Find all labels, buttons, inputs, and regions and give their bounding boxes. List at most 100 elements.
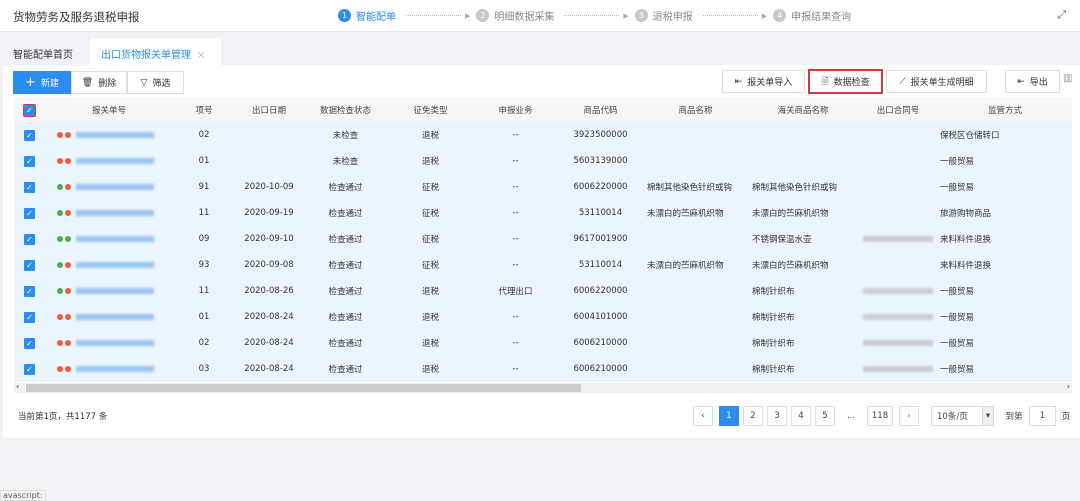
cell-tax: 退税 (421, 287, 439, 297)
status-dot-green (57, 210, 63, 216)
row-select-cell: ✓ (14, 200, 45, 226)
step-1[interactable]: 1 智能配单 (338, 8, 396, 23)
page-button[interactable]: 118 (867, 406, 893, 426)
scrollbar-thumb[interactable] (26, 384, 581, 392)
column-header[interactable]: 出口日期 (235, 98, 303, 122)
close-icon[interactable]: × (197, 50, 205, 61)
redacted-doc-number[interactable] (76, 210, 154, 216)
column-header[interactable]: 监管方式 (938, 98, 1072, 122)
redacted-doc-number[interactable] (76, 132, 154, 138)
cell-name (643, 356, 748, 382)
columns-icon[interactable]: ▥ (1063, 73, 1072, 84)
top-bar: 货物劳务及服务退税申报 1 智能配单 ▶ 2 明细数据采集 ▶ 3 退税申报 ▶ 4 申报结果查询 … (0, 0, 1080, 32)
page-button[interactable]: 3 (767, 406, 787, 426)
step-2[interactable]: 2 明细数据采集 (476, 8, 554, 23)
table-row[interactable]: ✓ 01 2020-08-24 检查通过 退税 -- 6004101000 棉制针织布 一般贸易 (14, 304, 1072, 330)
scroll-right-icon[interactable]: › (1067, 382, 1070, 391)
column-header[interactable]: 数据检查状态 (303, 98, 388, 122)
page-size-select[interactable]: 10条/页 ▾ (931, 406, 994, 426)
redacted-contract-number (863, 236, 933, 242)
data-check-button[interactable]: 🗎 数据检查 (808, 69, 883, 94)
expand-icon[interactable]: ⤢ (1057, 8, 1066, 22)
column-header[interactable]: 商品代码 (558, 98, 643, 122)
table-row[interactable]: ✓ 93 2020-09-08 检查通过 征税 -- 53110014 未漂白的苎麻机织物 未漂… (14, 252, 1072, 278)
status-dot-red (65, 262, 71, 268)
page-button[interactable]: 2 (743, 406, 763, 426)
redacted-doc-number[interactable] (76, 340, 154, 346)
redacted-contract-number (863, 314, 933, 320)
table-row[interactable]: ✓ 01 未检查 退税 -- 5603139000 一般贸易 (14, 148, 1072, 174)
cell-date: 2020-09-08 (244, 260, 294, 270)
new-button[interactable]: + 新建 (13, 71, 71, 94)
select-all-cell: ✓ (14, 98, 45, 122)
row-checkbox[interactable]: ✓ (24, 285, 35, 297)
goto-page-input[interactable]: 1 (1029, 406, 1056, 426)
cell-contract (858, 278, 938, 304)
redacted-doc-number[interactable] (76, 366, 154, 372)
next-page-button[interactable]: › (899, 406, 919, 426)
table-row[interactable]: ✓ 02 未检查 退税 -- 3923500000 保税区仓储转口 (14, 122, 1072, 148)
step-4[interactable]: 4 申报结果查询 (773, 8, 851, 23)
table-row[interactable]: ✓ 02 2020-08-24 检查通过 退税 -- 6006210000 棉制针织布 一般贸易 (14, 330, 1072, 356)
column-header[interactable]: 商品名称 (643, 98, 748, 122)
status-bar: avascript: (0, 490, 46, 501)
main-panel: + 新建 🗑 删除 ▽ 筛选 ⇤ 报关单导入 🗎 数据检查 ⟋ 报关单生成明细 ⇤ 导出 ▥ … (3, 65, 1080, 438)
delete-button[interactable]: 🗑 删除 (71, 71, 127, 94)
redacted-contract-number (863, 340, 933, 346)
row-checkbox[interactable]: ✓ (24, 233, 35, 245)
column-header[interactable]: 项号 (173, 98, 235, 122)
column-header[interactable]: 海关商品名称 (748, 98, 858, 122)
redacted-doc-number[interactable] (76, 236, 154, 242)
scroll-left-icon[interactable]: ‹ (16, 382, 19, 391)
row-checkbox[interactable]: ✓ (24, 155, 35, 167)
row-checkbox[interactable]: ✓ (24, 181, 35, 193)
row-checkbox[interactable]: ✓ (24, 311, 35, 323)
step-3[interactable]: 3 退税申报 (634, 8, 693, 23)
redacted-doc-number[interactable] (76, 158, 154, 164)
row-checkbox[interactable]: ✓ (24, 363, 35, 375)
row-checkbox[interactable]: ✓ (24, 129, 35, 141)
page-button[interactable]: 5 (815, 406, 835, 426)
cell-customs_name: 未漂白的苎麻机织物 (752, 261, 829, 271)
filter-button[interactable]: ▽ 筛选 (127, 71, 184, 94)
column-header[interactable]: 征免类型 (388, 98, 473, 122)
cell-doc (45, 148, 173, 174)
table-row[interactable]: ✓ 03 2020-08-24 检查通过 退税 -- 6006210000 棉制针织布 一般贸易 (14, 356, 1072, 382)
row-checkbox[interactable]: ✓ (24, 207, 35, 219)
import-button[interactable]: ⇤ 报关单导入 (722, 70, 805, 93)
cell-biz: -- (512, 130, 519, 140)
cell-customs_name: 未漂白的苎麻机织物 (752, 209, 829, 219)
row-checkbox[interactable]: ✓ (24, 337, 35, 349)
cell-code: 6006220000 (573, 286, 628, 296)
tab-customs-management[interactable]: 出口货物报关单管理 × (90, 38, 221, 65)
redacted-doc-number[interactable] (76, 288, 154, 294)
cell-name (643, 330, 748, 356)
cell-code: 6006220000 (573, 182, 628, 192)
redacted-doc-number[interactable] (76, 262, 154, 268)
page-button[interactable]: 1 (719, 406, 739, 426)
table-row[interactable]: ✓ 09 2020-09-10 检查通过 征税 -- 9617001900 不锈钢保温水壶 来料… (14, 226, 1072, 252)
redacted-doc-number[interactable] (76, 314, 154, 320)
table-row[interactable]: ✓ 11 2020-09-19 检查通过 征税 -- 53110014 未漂白的苎麻机织物 未漂… (14, 200, 1072, 226)
cell-code: 53110014 (578, 208, 623, 218)
prev-page-button[interactable]: ‹ (693, 406, 713, 426)
cell-code: 6006210000 (573, 338, 628, 348)
table-row[interactable]: ✓ 11 2020-08-26 检查通过 退税 代理出口 6006220000 棉制针织布 一般… (14, 278, 1072, 304)
cell-mode: 一般贸易 (940, 365, 975, 375)
generate-details-button[interactable]: ⟋ 报关单生成明细 (886, 70, 987, 93)
horizontal-scrollbar[interactable]: ‹ › (14, 382, 1072, 393)
column-header[interactable]: 申报业务 (473, 98, 558, 122)
pagination-ellipsis: ... (841, 406, 861, 426)
column-header[interactable]: 出口合同号 (858, 98, 938, 122)
select-all-checkbox[interactable]: ✓ (23, 103, 36, 117)
cell-date (235, 122, 303, 148)
export-button[interactable]: ⇤ 导出 (1005, 70, 1060, 93)
cell-contract (858, 356, 938, 382)
row-checkbox[interactable]: ✓ (24, 259, 35, 271)
tab-home[interactable]: 智能配单首页 (2, 38, 84, 65)
step-progress: 1 智能配单 ▶ 2 明细数据采集 ▶ 3 退税申报 ▶ 4 申报结果查询 (338, 8, 851, 23)
redacted-doc-number[interactable] (76, 184, 154, 190)
column-header[interactable]: 报关单号 (45, 98, 173, 122)
table-row[interactable]: ✓ 91 2020-10-09 检查通过 征税 -- 6006220000 棉制其他染色针织或… (14, 174, 1072, 200)
page-button[interactable]: 4 (791, 406, 811, 426)
